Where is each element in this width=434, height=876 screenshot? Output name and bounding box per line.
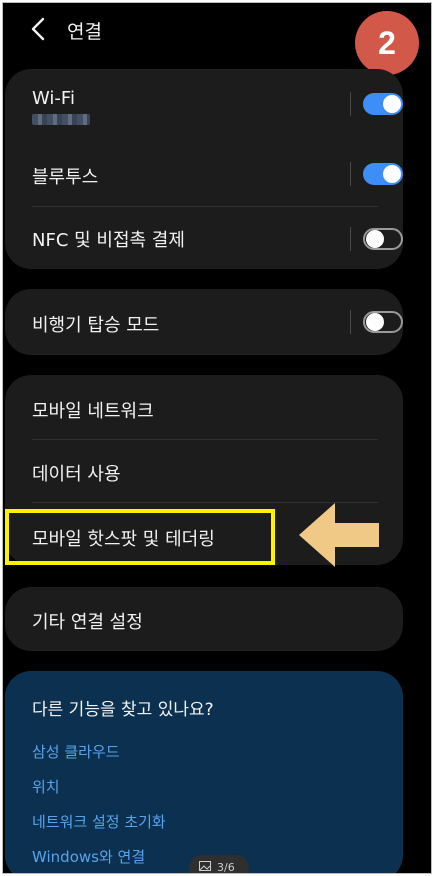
row-separator xyxy=(32,206,378,207)
highlight-box xyxy=(5,509,275,565)
toggle-knob xyxy=(366,313,384,331)
nfc-row[interactable]: NFC 및 비접촉 결제 xyxy=(5,209,403,269)
page-counter: 3/6 xyxy=(217,861,235,874)
step-number-badge: 2 xyxy=(355,11,419,75)
suggestions-card: 다른 기능을 찾고 있나요? 삼성 클라우드 위치 네트워크 설정 초기화 Wi… xyxy=(5,671,403,873)
nfc-toggle[interactable] xyxy=(363,228,403,250)
toggle-knob xyxy=(366,230,384,248)
wifi-label: Wi-Fi xyxy=(32,88,75,109)
mobile-network-label: 모바일 네트워크 xyxy=(32,401,154,422)
wifi-toggle[interactable] xyxy=(363,93,403,115)
more-settings-card: 기타 연결 설정 xyxy=(5,587,403,651)
bluetooth-label: 블루투스 xyxy=(32,167,99,188)
wifi-row[interactable]: Wi-Fi xyxy=(5,69,403,139)
divider xyxy=(350,227,351,251)
data-usage-label: 데이터 사용 xyxy=(32,464,121,485)
airplane-mode-row[interactable]: 비행기 탑승 모드 xyxy=(5,289,403,355)
wireless-card: Wi-Fi 블루투스 NFC 및 비접촉 결제 xyxy=(5,69,403,269)
airplane-mode-toggle[interactable] xyxy=(363,311,403,333)
phone-screen: 연결 2 Wi-Fi 블루투스 NFC 및 비접촉 결제 비행기 탑승 모드 모… xyxy=(2,2,432,874)
toggle-knob xyxy=(383,165,401,183)
more-connection-settings-label: 기타 연결 설정 xyxy=(32,612,143,633)
data-usage-row[interactable]: 데이터 사용 xyxy=(5,440,403,502)
divider xyxy=(350,162,351,186)
page-indicator: 3/6 xyxy=(189,855,249,874)
divider xyxy=(350,310,351,334)
link-windows-connect[interactable]: Windows와 연결 xyxy=(32,846,145,867)
link-location[interactable]: 위치 xyxy=(32,776,60,797)
divider xyxy=(350,92,351,116)
bluetooth-toggle[interactable] xyxy=(363,163,403,185)
page-title: 연결 xyxy=(67,21,102,43)
image-icon xyxy=(199,861,211,871)
more-connection-settings-row[interactable]: 기타 연결 설정 xyxy=(5,587,403,651)
airplane-card: 비행기 탑승 모드 xyxy=(5,289,403,355)
bluetooth-row[interactable]: 블루투스 xyxy=(5,139,403,209)
pointer-arrow-icon xyxy=(299,503,379,567)
wifi-network-name-blurred xyxy=(32,114,90,125)
toggle-knob xyxy=(383,95,401,113)
mobile-network-row[interactable]: 모바일 네트워크 xyxy=(5,375,403,439)
back-icon[interactable] xyxy=(27,15,53,45)
suggestions-title: 다른 기능을 찾고 있나요? xyxy=(32,700,214,720)
nfc-label: NFC 및 비접촉 결제 xyxy=(32,230,185,251)
airplane-mode-label: 비행기 탑승 모드 xyxy=(32,315,160,336)
link-reset-network[interactable]: 네트워크 설정 초기화 xyxy=(32,811,166,832)
link-samsung-cloud[interactable]: 삼성 클라우드 xyxy=(32,741,120,762)
